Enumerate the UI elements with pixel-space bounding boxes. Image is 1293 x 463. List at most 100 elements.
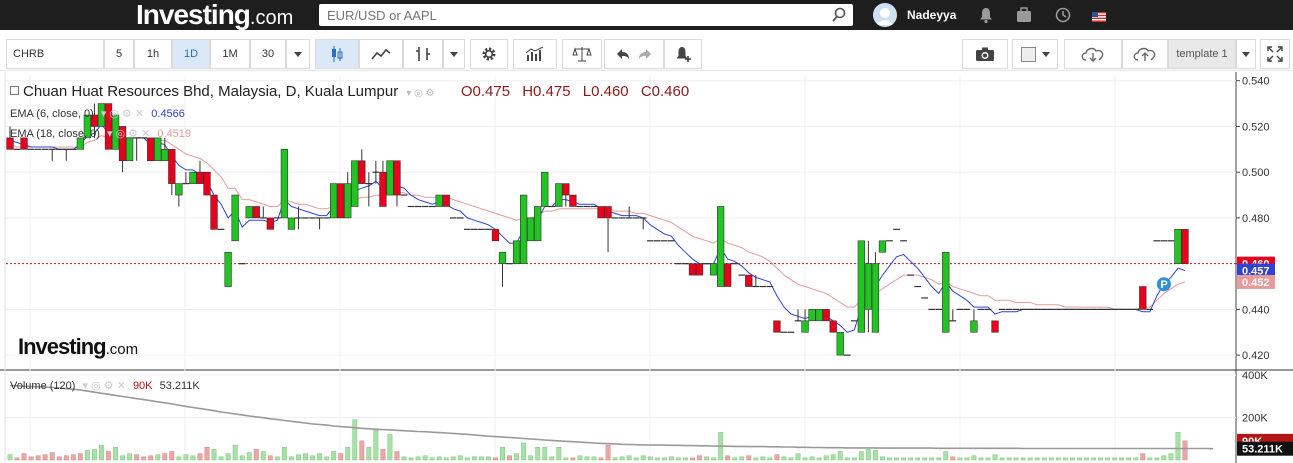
volume-bar	[1182, 440, 1188, 461]
volume-axis-marker-label: 53.211K	[1242, 444, 1283, 456]
candle-body	[970, 320, 978, 333]
camera-icon	[976, 47, 994, 61]
interval-1d[interactable]: 1D	[172, 39, 210, 69]
legend-options-icons[interactable]: ▾ ◎ ⚙	[406, 88, 434, 99]
bell-icon[interactable]	[978, 6, 994, 29]
symbol-input[interactable]: CHRB	[6, 39, 104, 69]
candle-body	[864, 263, 873, 310]
candle-body	[871, 263, 880, 333]
volume-bar	[654, 457, 660, 461]
us-flag-icon[interactable]	[1092, 9, 1106, 27]
volume-bar	[1126, 457, 1132, 461]
indicators-button[interactable]	[513, 39, 557, 69]
candle-body	[125, 137, 134, 162]
user-avatar[interactable]	[873, 3, 897, 27]
volume-bar	[549, 456, 555, 461]
undo-icon[interactable]	[616, 48, 630, 60]
candle-body	[1174, 229, 1182, 264]
volume-bar	[1133, 457, 1139, 461]
bar-style-button[interactable]	[403, 39, 443, 69]
volume-bar	[823, 455, 829, 461]
volume-bar	[366, 447, 372, 461]
settings-button[interactable]	[470, 39, 508, 69]
interval-30[interactable]: 30	[250, 39, 286, 69]
candle-body	[498, 251, 507, 264]
search-box[interactable]	[319, 4, 853, 26]
volume-bar	[753, 457, 759, 461]
volume-bar	[1091, 457, 1096, 461]
volume-bar	[352, 419, 358, 461]
volume-bar	[1175, 432, 1181, 461]
volume-icons[interactable]: ▾ ◎ ⚙ ✕	[83, 380, 126, 392]
volume-bar	[296, 454, 301, 461]
volume-bar	[338, 453, 344, 461]
alert-bell-icon	[676, 47, 691, 62]
ema18-icons[interactable]: ▾ ◎ ⚙ ✕	[107, 128, 150, 140]
alert-button[interactable]	[664, 39, 702, 69]
price-tick-label: 0.420	[1242, 350, 1270, 362]
line-style-button[interactable]	[359, 39, 403, 69]
volume-bar	[1147, 457, 1153, 461]
compare-button[interactable]	[562, 39, 602, 69]
cloud-load-button[interactable]	[1064, 39, 1122, 69]
candle-body	[330, 183, 338, 219]
chart-style-dropdown[interactable]	[443, 39, 465, 69]
volume-bar	[999, 457, 1005, 461]
fullscreen-button[interactable]	[1260, 39, 1290, 69]
volume-bar	[901, 457, 906, 461]
volume-bar	[281, 447, 287, 461]
investing-logo[interactable]: Investing.com	[136, 1, 293, 30]
candle-body	[442, 194, 450, 207]
ema6-icons[interactable]: ▾ ◎ ⚙ ✕	[101, 108, 144, 120]
template-dropdown[interactable]	[1236, 39, 1256, 69]
volume-bar	[1034, 457, 1040, 461]
candle-body	[716, 206, 725, 287]
candle-body	[245, 206, 253, 219]
volume-bar	[260, 451, 266, 461]
volume-bar	[880, 456, 885, 461]
template-selector[interactable]: template 1	[1168, 39, 1236, 69]
candle-body	[210, 194, 218, 230]
volume-bar	[844, 457, 850, 461]
volume-bar	[950, 456, 956, 461]
redo-icon[interactable]	[638, 48, 652, 60]
volume-bar	[77, 453, 83, 461]
candle-body	[878, 240, 887, 253]
volume-bar	[359, 440, 365, 461]
ema6-legend[interactable]: EMA (6, close, 0) ▾ ◎ ⚙ ✕ 0.4566	[10, 107, 185, 120]
volume-bar	[1098, 457, 1103, 461]
clock-icon[interactable]	[1054, 6, 1072, 29]
search-icon[interactable]	[831, 7, 847, 28]
layout-button[interactable]	[1012, 39, 1058, 69]
ema18-legend[interactable]: EMA (18, close, 0) ▾ ◎ ⚙ ✕ 0.4519	[10, 127, 191, 140]
interval-5[interactable]: 5	[104, 39, 134, 69]
candle-body	[822, 309, 830, 322]
volume-bar	[141, 456, 147, 461]
cloud-save-button[interactable]	[1122, 39, 1168, 69]
volume-bar	[422, 455, 428, 461]
candles-style-button[interactable]	[315, 39, 359, 69]
price-chart[interactable]: 0.5400.5200.5000.4800.4600.4400.420400K2…	[0, 72, 1293, 463]
volume-bar	[851, 457, 857, 461]
search-input[interactable]	[319, 4, 819, 26]
portfolio-icon[interactable]	[1015, 6, 1033, 29]
candle-body	[991, 320, 999, 333]
collapse-legend-icon[interactable]	[10, 86, 19, 95]
volume-bar	[1055, 457, 1061, 461]
top-navigation-bar: Investing.com Nadeyya	[0, 0, 1293, 30]
ema18-label: EMA (18, close, 0)	[10, 128, 100, 140]
volume-legend[interactable]: Volume (120) ▾ ◎ ⚙ ✕ 90K 53.211K	[10, 379, 200, 392]
interval-1h[interactable]: 1h	[134, 39, 172, 69]
interval-dropdown[interactable]	[286, 39, 310, 69]
volume-bar	[605, 444, 611, 461]
username[interactable]: Nadeyya	[907, 8, 956, 22]
volume-bar	[1168, 453, 1174, 461]
volume-bar	[675, 457, 681, 461]
interval-1m[interactable]: 1M	[210, 39, 250, 69]
candle-body	[695, 263, 704, 276]
snapshot-button[interactable]	[962, 39, 1008, 69]
candle-body	[688, 263, 697, 276]
volume-bar	[478, 456, 484, 461]
volume-bar	[267, 455, 273, 461]
volume-bar	[612, 457, 618, 461]
